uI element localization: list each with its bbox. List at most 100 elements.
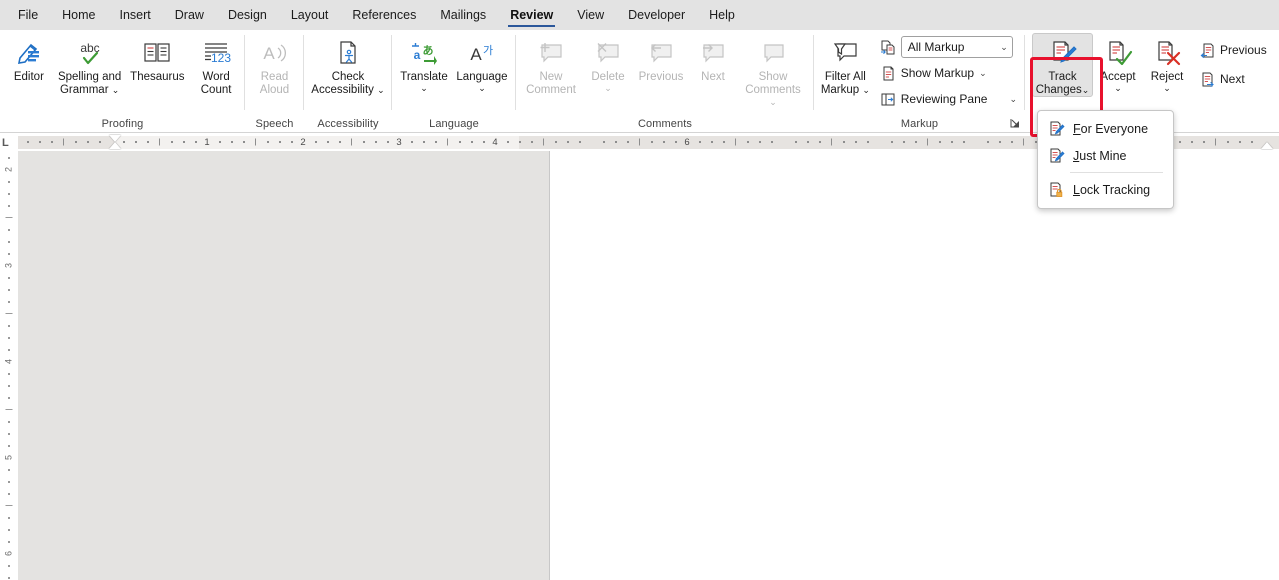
read-aloud-button[interactable]: A Read Aloud xyxy=(248,33,301,97)
spelling-and-grammar-button[interactable]: abc Spelling and Grammar ⌄ xyxy=(55,33,125,97)
ruler-tick xyxy=(819,141,821,143)
group-label-language: Language xyxy=(429,118,479,130)
delete-comment-label: Delete xyxy=(591,71,625,83)
svg-text:가: 가 xyxy=(483,44,493,57)
reviewing-pane-button[interactable]: Reviewing Pane ⌄ xyxy=(876,88,1022,110)
show-markup-button[interactable]: Show Markup ⌄ xyxy=(876,62,1022,84)
new-comment-button[interactable]: New Comment xyxy=(519,33,583,97)
ruler-number: 4 xyxy=(492,137,498,148)
markup-display-row[interactable]: All Markup ⌄ xyxy=(876,36,1022,58)
tab-view[interactable]: View xyxy=(565,0,616,30)
ruler-tick xyxy=(603,141,605,143)
ruler-tick xyxy=(315,141,317,143)
chevron-down-icon: ⌄ xyxy=(1000,41,1008,52)
group-label-markup: Markup xyxy=(900,118,939,130)
vertical-ruler-tick xyxy=(8,229,10,231)
previous-comment-button[interactable]: Previous xyxy=(633,33,689,85)
ruler-tick xyxy=(903,141,905,143)
show-comments-button[interactable]: Show Comments ⌄ xyxy=(737,33,809,110)
next-comment-button[interactable]: Next xyxy=(689,33,737,85)
ruler-tick xyxy=(723,141,725,143)
markup-dialog-launcher[interactable] xyxy=(1008,116,1022,130)
read-aloud-label-1: Read xyxy=(260,71,289,83)
ruler-tick xyxy=(1227,141,1229,143)
vertical-ruler-tick xyxy=(8,433,10,435)
tab-help[interactable]: Help xyxy=(697,0,747,30)
filter-all-markup-button[interactable]: Filter All Markup ⌄ xyxy=(817,33,874,97)
check-accessibility-button[interactable]: Check Accessibility ⌄ xyxy=(307,33,389,97)
reject-button[interactable]: Reject ⌄ xyxy=(1143,33,1191,94)
menu-item-lock-tracking[interactable]: Lock Tracking xyxy=(1038,176,1173,203)
menu-item-just-mine[interactable]: Just Mine xyxy=(1038,142,1173,169)
ruler-tick xyxy=(507,141,509,143)
vertical-ruler-number: 2 xyxy=(3,166,14,173)
accessibility-page-icon xyxy=(334,38,362,68)
svg-text:A: A xyxy=(470,45,482,64)
translate-icon: a あ xyxy=(410,38,438,68)
tab-file-label: File xyxy=(18,8,39,22)
vertical-ruler-tick xyxy=(8,277,10,279)
tab-design[interactable]: Design xyxy=(216,0,279,30)
word-count-label-1: Word xyxy=(202,71,230,83)
spelling-and-grammar-label-2: Grammar ⌄ xyxy=(59,83,120,96)
delete-comment-button[interactable]: Delete ⌄ xyxy=(583,33,633,94)
vertical-ruler-tick xyxy=(8,289,10,291)
next-comment-label: Next xyxy=(701,71,725,83)
tab-home[interactable]: Home xyxy=(50,0,107,30)
first-line-indent-marker[interactable] xyxy=(109,135,121,142)
word-count-123-icon: 123 xyxy=(201,38,231,68)
tab-file[interactable]: File xyxy=(6,0,50,30)
tab-layout[interactable]: Layout xyxy=(279,0,341,30)
chevron-down-icon: ⌄ xyxy=(604,82,612,93)
document-page[interactable] xyxy=(18,151,550,580)
tab-insert[interactable]: Insert xyxy=(108,0,163,30)
ruler-tick xyxy=(135,141,137,143)
previous-change-label: Previous xyxy=(1220,43,1267,57)
tab-developer[interactable]: Developer xyxy=(616,0,697,30)
chevron-down-icon: ⌄ xyxy=(1081,84,1090,95)
ruler-tick xyxy=(27,141,29,143)
vertical-ruler-tick xyxy=(8,193,10,195)
language-button[interactable]: A 가 Language ⌄ xyxy=(453,33,511,94)
tab-draw[interactable]: Draw xyxy=(163,0,216,30)
menu-item-for-everyone[interactable]: For Everyone xyxy=(1038,115,1173,142)
ruler-tick xyxy=(423,141,425,143)
next-change-button[interactable]: Next xyxy=(1195,68,1272,90)
previous-comment-label: Previous xyxy=(638,71,684,83)
ribbon-group-proofing: Editor abc Spelling and Grammar ⌄ Thesau… xyxy=(0,30,245,132)
ruler-tick xyxy=(999,141,1001,143)
filter-all-markup-label-2: Markup ⌄ xyxy=(820,83,870,96)
thesaurus-button[interactable]: Thesaurus xyxy=(124,33,190,85)
tab-references[interactable]: References xyxy=(340,0,428,30)
vertical-ruler-tick xyxy=(8,373,10,375)
track-changes-label-1: Track xyxy=(1048,71,1077,83)
word-count-button[interactable]: 123 Word Count xyxy=(190,33,242,97)
tab-mailings[interactable]: Mailings xyxy=(428,0,498,30)
editor-button[interactable]: Editor xyxy=(3,33,55,85)
translate-button[interactable]: a あ Translate ⌄ xyxy=(395,33,453,94)
accept-button[interactable]: Accept ⌄ xyxy=(1093,33,1143,94)
ruler-tick xyxy=(1251,141,1253,143)
ruler-tick xyxy=(1203,141,1205,143)
tab-review[interactable]: Review xyxy=(498,0,565,30)
ruler-tick xyxy=(1239,141,1241,143)
comment-x-icon xyxy=(593,38,623,68)
hanging-indent-marker[interactable] xyxy=(109,142,121,149)
ruler-tick-half xyxy=(639,138,640,146)
document-canvas[interactable] xyxy=(18,151,1279,580)
tab-stop-selector[interactable]: L xyxy=(2,135,16,149)
vertical-ruler-number: 5 xyxy=(3,454,14,461)
ruler-tick xyxy=(891,141,893,143)
ribbon-tab-bar: File Home Insert Draw Design Layout Refe… xyxy=(0,0,1279,30)
right-indent-marker[interactable] xyxy=(1261,142,1273,149)
ribbon-group-speech: A Read Aloud Speech xyxy=(245,30,304,132)
vertical-ruler-tick xyxy=(8,481,10,483)
ruler-tick xyxy=(963,141,965,143)
reject-label: Reject xyxy=(1150,71,1184,83)
vertical-ruler-tick-half xyxy=(5,313,13,314)
previous-change-button[interactable]: Previous xyxy=(1195,39,1272,61)
vertical-ruler-number: 6 xyxy=(3,550,14,557)
track-changes-button[interactable]: Track Changes⌄ xyxy=(1032,33,1093,97)
vertical-ruler[interactable]: L 2 3 4 5 6 xyxy=(0,133,18,580)
markup-display-combo[interactable]: All Markup ⌄ xyxy=(900,36,1013,58)
